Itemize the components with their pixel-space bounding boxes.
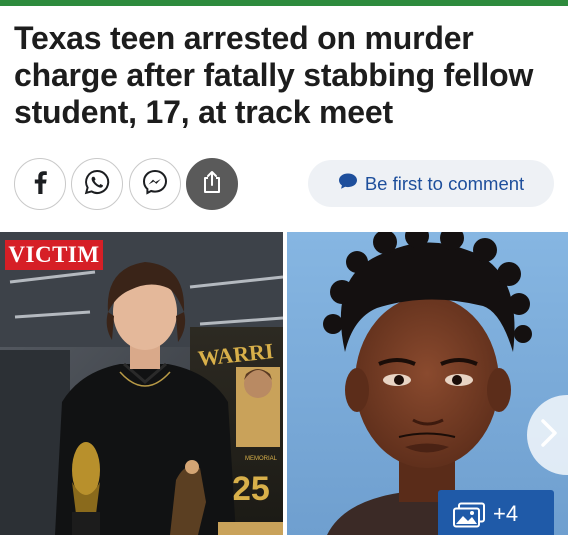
whatsapp-icon [83,168,111,201]
speech-bubble-icon [338,172,358,195]
comment-button[interactable]: Be first to comment [308,160,554,207]
messenger-icon [141,168,169,201]
facebook-share-button[interactable] [14,158,66,210]
victim-label-badge: VICTIM [5,240,103,270]
article-headline: Texas teen arrested on murder charge aft… [14,20,534,130]
banner-number: 25 [232,470,270,508]
images-icon [452,502,486,533]
victim-photo[interactable]: WARRI MEMORIAL 25 VICTIM [0,232,283,535]
more-share-button[interactable] [186,158,238,210]
share-icon [200,169,224,200]
gallery-count: +4 [493,501,519,526]
facebook-icon [30,169,50,200]
view-gallery-button[interactable]: +4 [438,490,554,535]
top-accent-bar [0,0,568,6]
comment-label: Be first to comment [364,172,525,194]
messenger-share-button[interactable] [129,158,181,210]
chevron-right-icon [539,418,559,453]
share-bar: Be first to comment [14,158,554,210]
banner-text-memorial: MEMORIAL [245,456,278,462]
whatsapp-share-button[interactable] [71,158,123,210]
